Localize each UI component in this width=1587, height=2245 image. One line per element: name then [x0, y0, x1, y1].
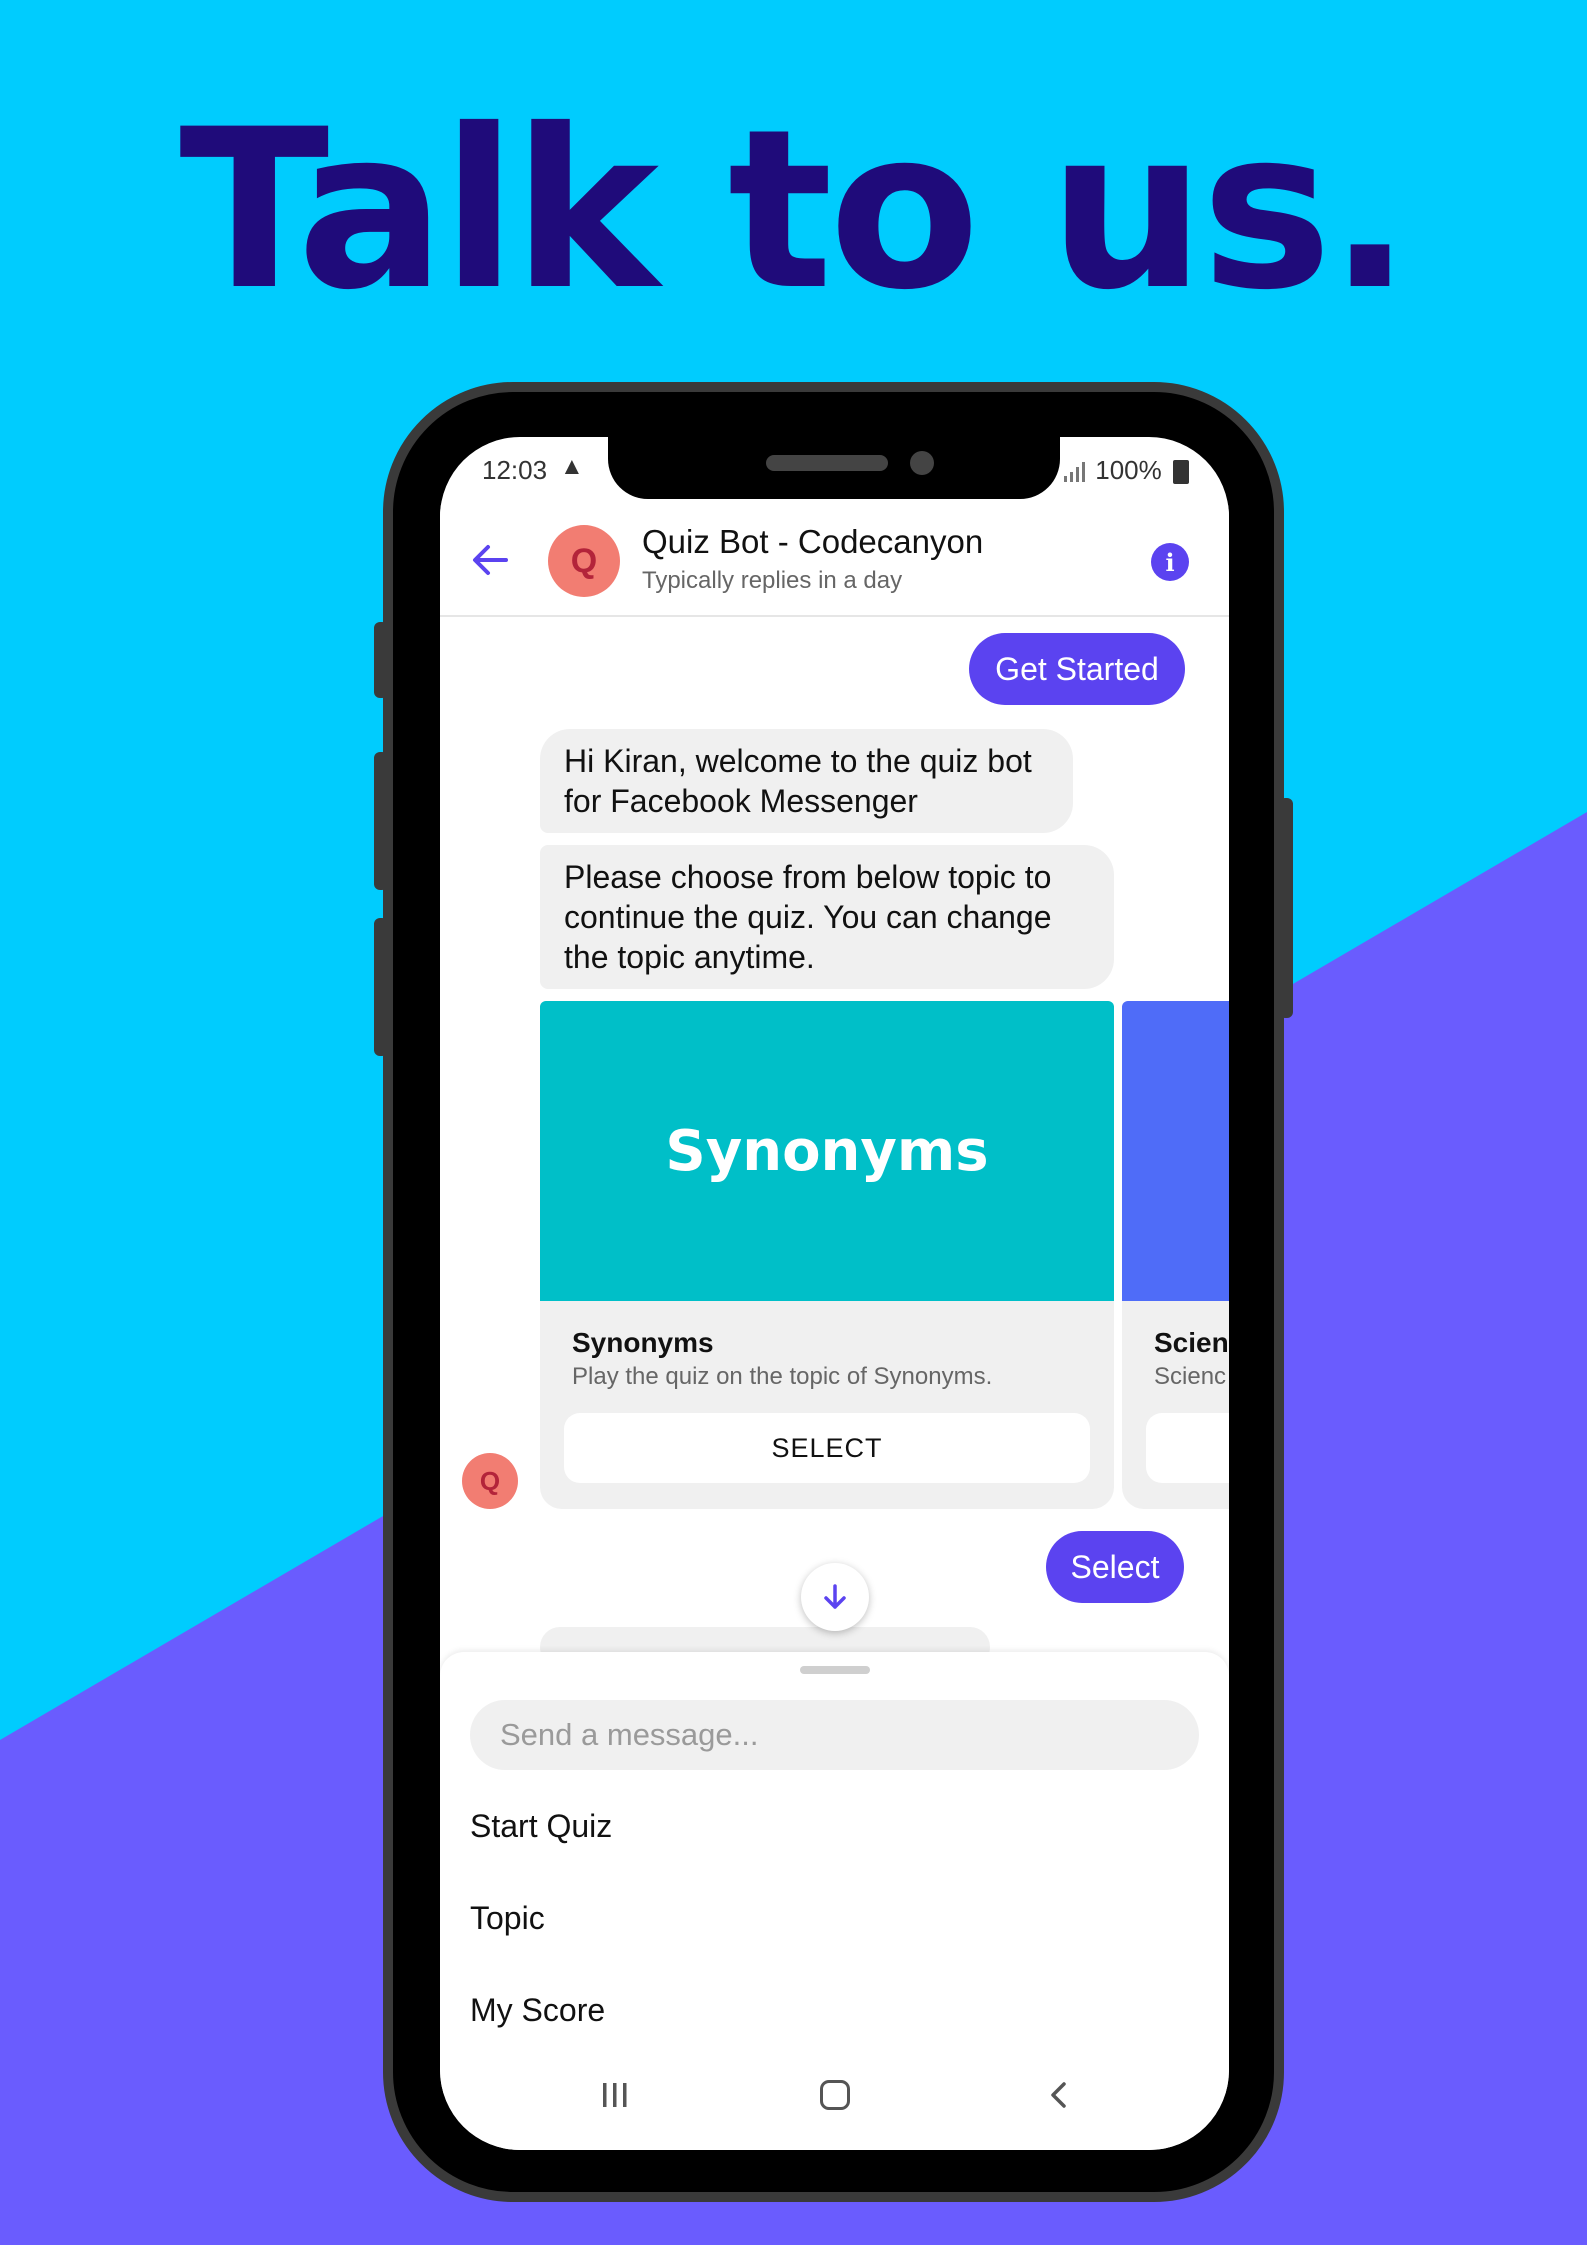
card-subtitle: Scienc — [1154, 1363, 1227, 1390]
info-icon[interactable]: i — [1151, 543, 1189, 581]
back-arrow-icon[interactable] — [470, 543, 510, 577]
recents-icon[interactable] — [600, 2080, 630, 2110]
get-started-message: Get Started — [969, 633, 1185, 705]
phone-side-button — [374, 622, 388, 698]
menu-item-start-quiz[interactable]: Start Quiz — [470, 1808, 612, 1845]
speaker — [766, 455, 888, 471]
card-image — [1122, 1001, 1229, 1301]
bot-avatar: Q — [462, 1453, 518, 1509]
avatar[interactable]: Q — [548, 525, 620, 597]
select-reply-message: Select — [1046, 1531, 1184, 1603]
navigation-bar — [440, 2050, 1229, 2150]
battery-icon — [1173, 460, 1189, 485]
home-icon[interactable] — [820, 2080, 850, 2110]
chat-subtitle: Typically replies in a day — [642, 567, 903, 594]
phone-screen: 12:03 ▲ 100% Q Quiz Bot - Codecanyon Typ… — [440, 437, 1229, 2150]
camera — [910, 451, 934, 475]
headline: Talk to us. — [179, 82, 1412, 338]
warning-icon: ▲ — [560, 453, 584, 480]
signal-icon — [1064, 462, 1086, 483]
card-title: Scienc — [1154, 1327, 1229, 1358]
topic-card-science: Scienc Scienc — [1122, 1001, 1229, 1509]
card-image: Synonyms — [540, 1001, 1114, 1301]
topic-prompt-message: Please choose from below topic to contin… — [540, 845, 1114, 989]
topic-card-synonyms: Synonyms Synonyms Play the quiz on the t… — [540, 1001, 1114, 1509]
welcome-message: Hi Kiran, welcome to the quiz bot for Fa… — [540, 729, 1073, 833]
scroll-down-button[interactable] — [801, 1563, 869, 1631]
sheet-handle[interactable] — [800, 1666, 870, 1674]
status-time: 12:03 — [482, 455, 548, 485]
phone-volume-up-button — [374, 752, 388, 890]
chat-header: Q Quiz Bot - Codecanyon Typically replie… — [440, 505, 1229, 617]
chat-name: Quiz Bot - Codecanyon — [642, 523, 984, 560]
select-button[interactable]: SELECT — [564, 1413, 1090, 1483]
status-right: 100% — [1062, 455, 1189, 486]
topic-carousel[interactable]: Synonyms Synonyms Play the quiz on the t… — [540, 1001, 1229, 1509]
card-title: Synonyms — [572, 1327, 714, 1358]
phone-volume-down-button — [374, 918, 388, 1056]
menu-item-my-score[interactable]: My Score — [470, 1992, 605, 2029]
select-button[interactable] — [1146, 1413, 1229, 1483]
phone-power-button — [1279, 798, 1293, 1018]
notch — [608, 437, 1060, 499]
message-input[interactable] — [470, 1700, 1199, 1770]
menu-item-topic[interactable]: Topic — [470, 1900, 545, 1937]
back-icon[interactable] — [1044, 2080, 1074, 2110]
card-subtitle: Play the quiz on the topic of Synonyms. — [572, 1363, 993, 1390]
arrow-down-icon — [824, 1584, 846, 1609]
battery-percent: 100% — [1095, 455, 1162, 485]
